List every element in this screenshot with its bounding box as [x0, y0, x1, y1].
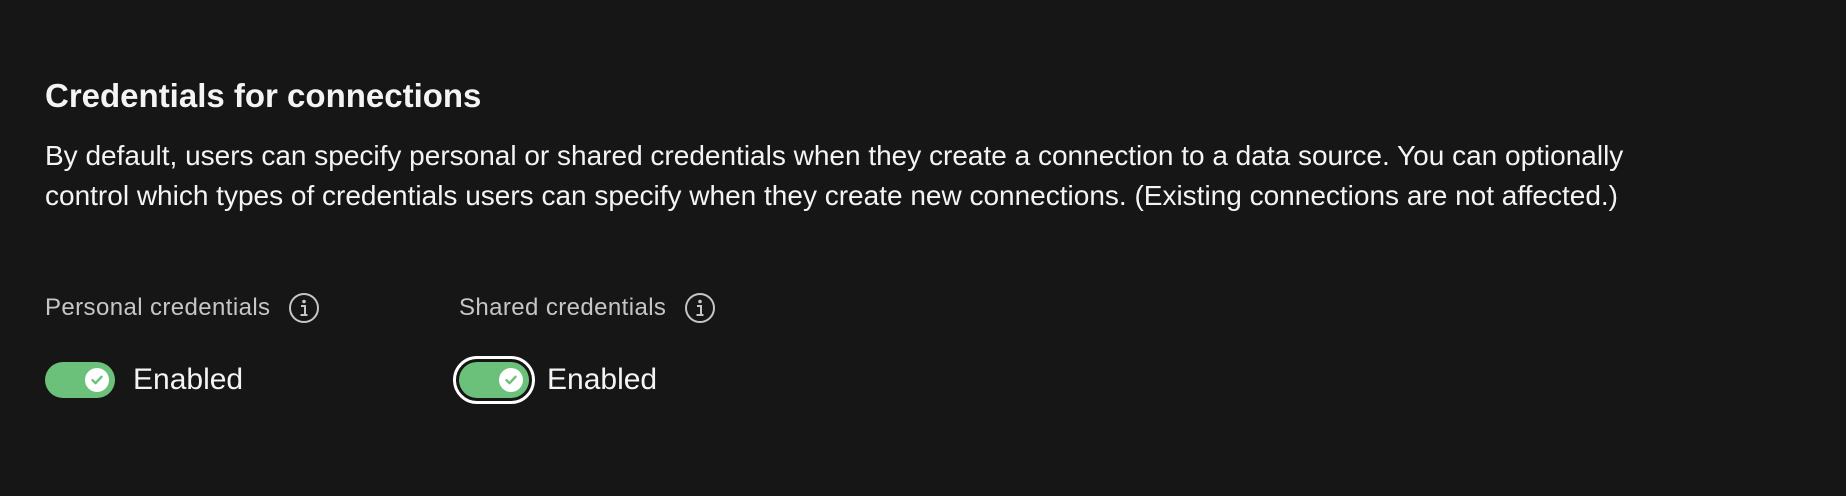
- personal-credentials-setting: Personal credentials Enabled: [45, 290, 320, 398]
- info-icon[interactable]: [684, 292, 716, 324]
- shared-credentials-label-row: Shared credentials: [459, 290, 716, 326]
- personal-credentials-label: Personal credentials: [45, 294, 271, 321]
- toggle-knob: [499, 368, 523, 392]
- section-description: By default, users can specify personal o…: [45, 140, 1624, 211]
- personal-credentials-toggle[interactable]: [45, 362, 115, 398]
- toggle-knob: [85, 368, 109, 392]
- personal-credentials-toggle-row: Enabled: [45, 362, 243, 398]
- shared-credentials-state: Enabled: [547, 363, 658, 396]
- checkmark-icon: [505, 375, 517, 385]
- shared-credentials-toggle[interactable]: [453, 356, 535, 404]
- shared-credentials-setting: Shared credentials Enabled: [453, 290, 716, 404]
- info-icon[interactable]: [288, 292, 320, 324]
- personal-credentials-state: Enabled: [133, 363, 244, 396]
- personal-credentials-label-row: Personal credentials: [45, 290, 320, 326]
- checkmark-icon: [91, 375, 103, 385]
- shared-credentials-label: Shared credentials: [459, 294, 667, 321]
- shared-credentials-toggle-row: Enabled: [453, 356, 658, 404]
- section-title: Credentials for connections: [45, 77, 482, 114]
